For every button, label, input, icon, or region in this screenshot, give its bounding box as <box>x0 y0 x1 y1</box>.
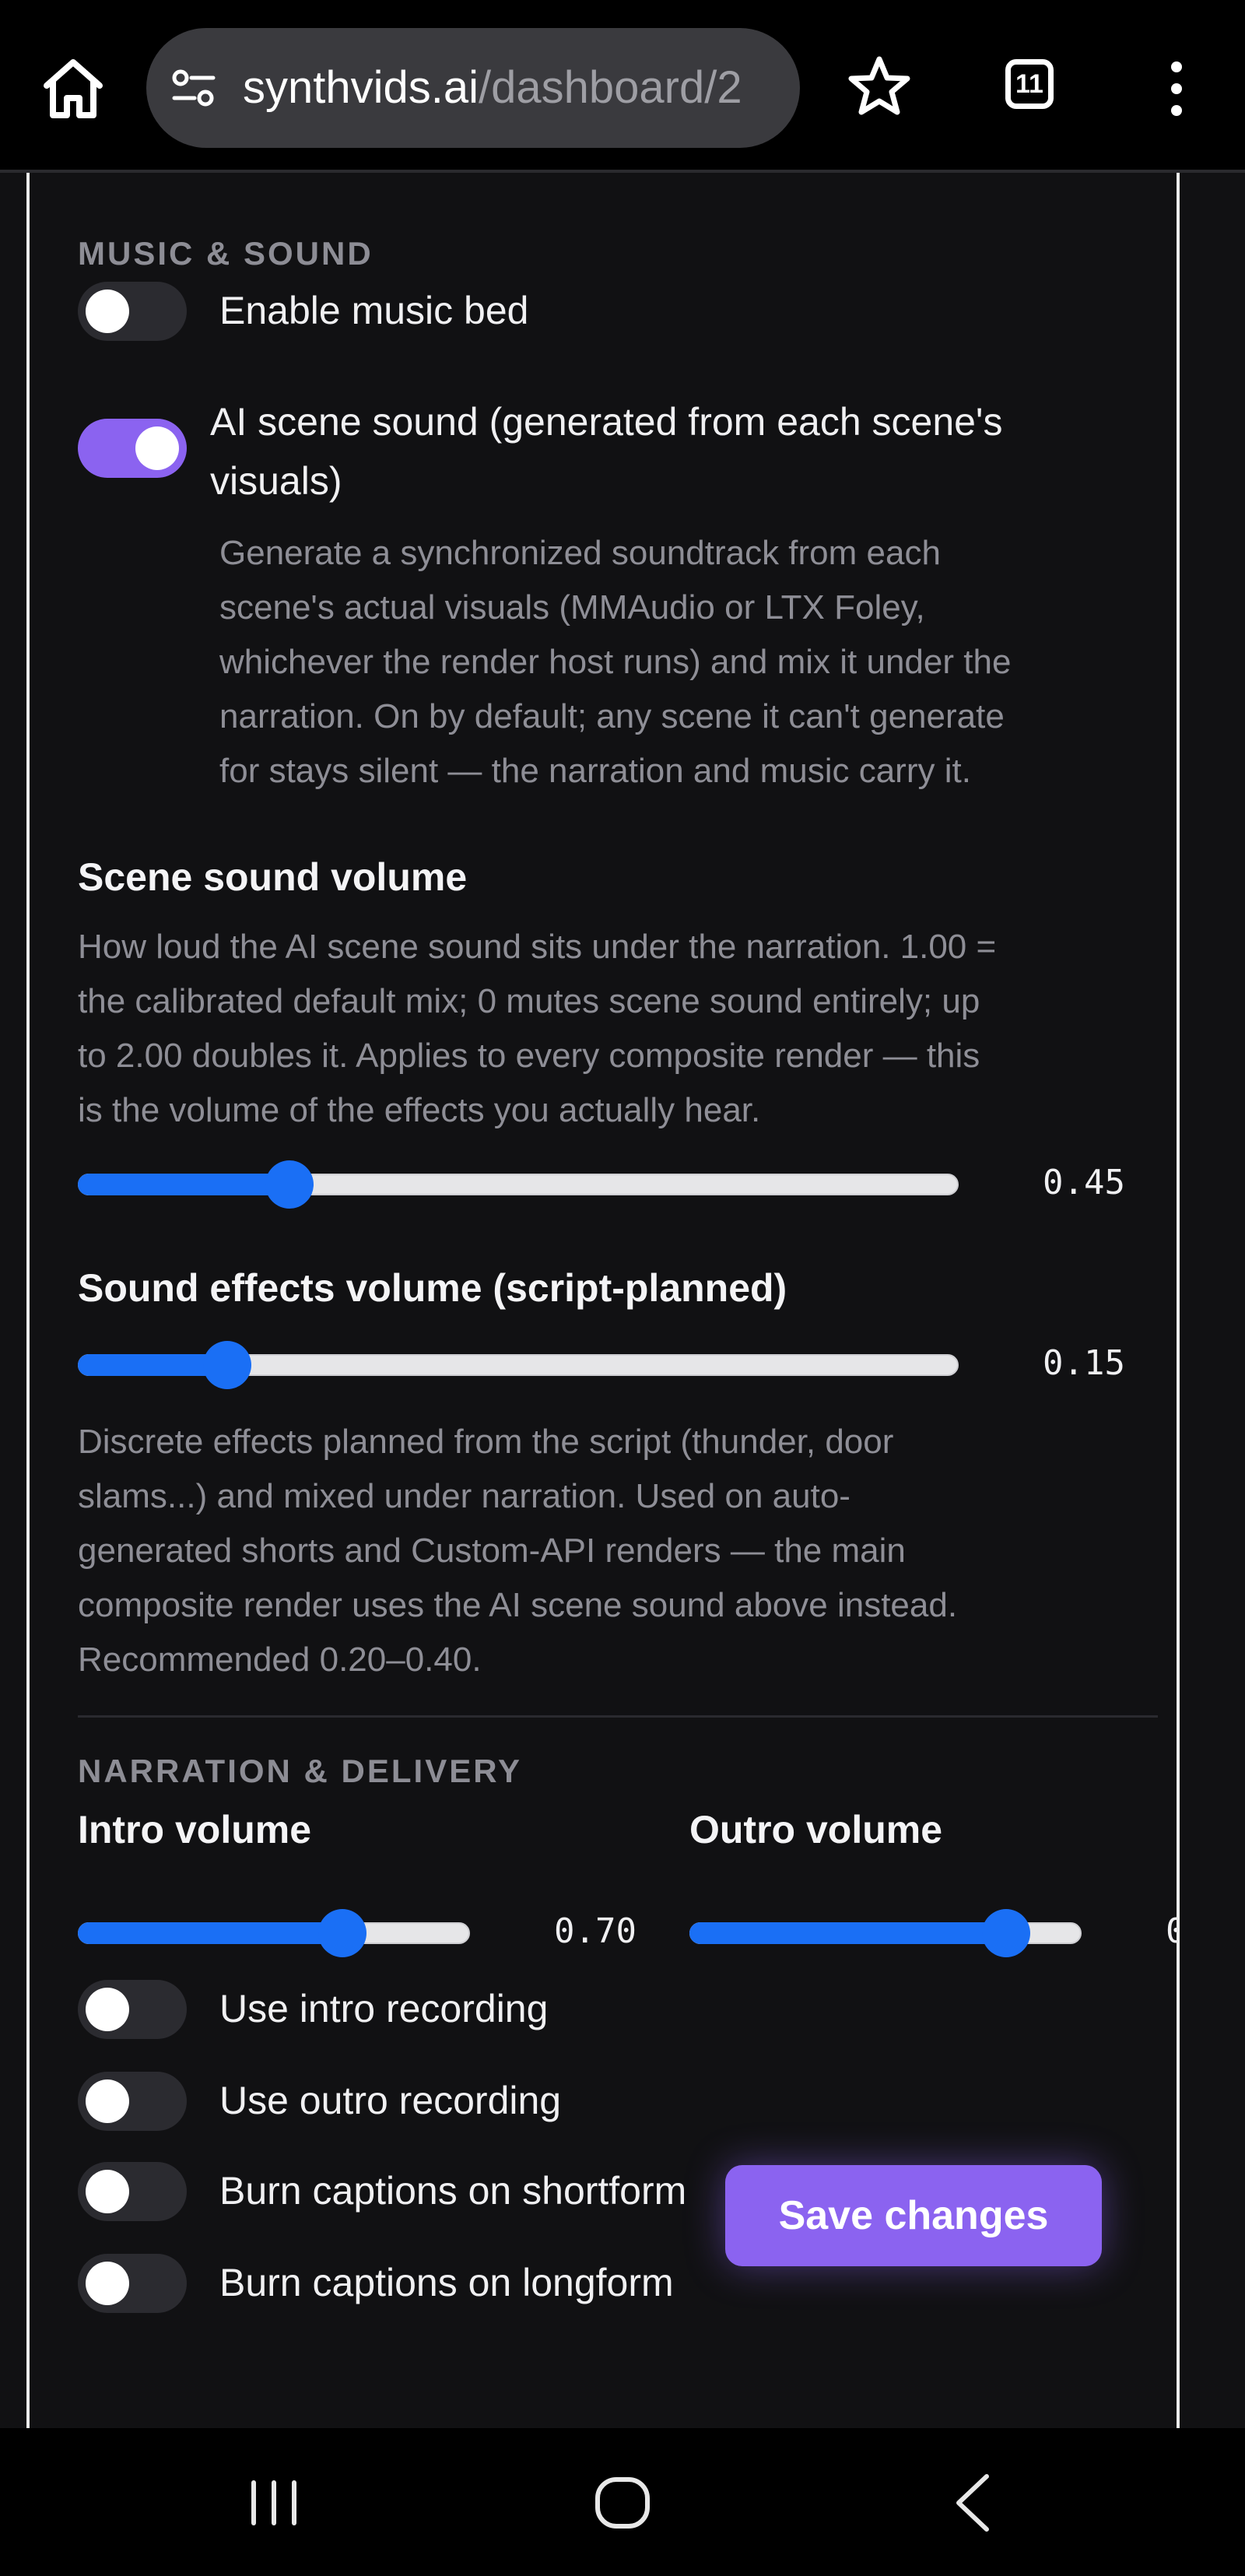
settings-panel: MUSIC & SOUND Enable music bed AI scene … <box>26 173 1180 2428</box>
more-vert-icon[interactable] <box>1163 61 1191 117</box>
description-line: Recommended 0.20–0.40. <box>78 1641 482 1679</box>
description-line: scene's actual visuals (MMAudio or LTX F… <box>219 588 925 626</box>
music-bed-toggle[interactable] <box>78 282 187 341</box>
home-circle-icon[interactable] <box>593 2475 652 2531</box>
recent-apps-icon[interactable] <box>247 2478 300 2528</box>
toggle-knob <box>86 2170 129 2213</box>
system-nav-bar <box>0 2428 1245 2576</box>
burn-captions-longform-toggle[interactable] <box>78 2254 187 2313</box>
intro-volume-slider[interactable] <box>78 1904 470 1963</box>
slider-thumb[interactable] <box>981 1909 1030 1957</box>
description-line: is the volume of the effects you actuall… <box>78 1091 761 1129</box>
toggle-knob <box>86 1988 129 2031</box>
toggle-knob <box>86 290 129 333</box>
music-bed-label: Enable music bed <box>219 289 529 332</box>
description-line: composite render uses the AI scene sound… <box>78 1586 958 1624</box>
description-line: the calibrated default mix; 0 mutes scen… <box>78 982 980 1020</box>
ai-scene-sound-label-line1: AI scene sound (generated from each scen… <box>210 400 1003 444</box>
scene-sound-volume-description: How loud the AI scene sound sits under t… <box>78 920 1152 1138</box>
slider-thumb[interactable] <box>318 1909 367 1957</box>
outro-volume-slider[interactable] <box>689 1904 1082 1963</box>
url-path: /dashboard/2 <box>479 62 742 113</box>
browser-toolbar: synthvids.ai/dashboard/2 11 <box>0 0 1245 173</box>
ai-scene-sound-description: Generate a synchronized soundtrack from … <box>219 526 1138 798</box>
save-changes-button[interactable]: Save changes <box>725 2165 1102 2266</box>
ai-scene-sound-toggle[interactable] <box>78 419 187 478</box>
section-heading-narration-delivery: NARRATION & DELIVERY <box>78 1753 523 1789</box>
scene-sound-volume-slider[interactable] <box>78 1155 959 1214</box>
sfx-volume-description: Discrete effects planned from the script… <box>78 1415 1152 1687</box>
tab-count: 11 <box>1015 69 1043 99</box>
ai-scene-sound-label-line2: visuals) <box>210 459 342 503</box>
tune-icon[interactable] <box>171 67 216 109</box>
sfx-volume-title: Sound effects volume (script-planned) <box>78 1266 787 1310</box>
section-heading-music-sound: MUSIC & SOUND <box>78 235 374 272</box>
url-domain: synthvids.ai <box>243 62 479 113</box>
toggle-knob <box>86 2079 129 2123</box>
slider-fill <box>78 1922 343 1944</box>
description-line: Discrete effects planned from the script… <box>78 1423 894 1461</box>
sfx-volume-value: 0.15 <box>1043 1343 1125 1383</box>
use-intro-recording-toggle[interactable] <box>78 1980 187 2039</box>
outro-volume-title: Outro volume <box>689 1808 943 1851</box>
description-line: to 2.00 doubles it. Applies to every com… <box>78 1037 980 1075</box>
tabs-icon[interactable]: 11 <box>1005 59 1054 109</box>
star-icon[interactable] <box>848 54 910 117</box>
intro-volume-title: Intro volume <box>78 1808 312 1851</box>
burn-captions-shortform-toggle[interactable] <box>78 2162 187 2221</box>
toggle-knob <box>135 426 179 470</box>
address-bar[interactable]: synthvids.ai/dashboard/2 <box>146 28 800 148</box>
slider-fill <box>78 1174 289 1195</box>
burn-captions-shortform-label: Burn captions on shortform <box>219 2169 687 2213</box>
use-intro-recording-label: Use intro recording <box>219 1987 549 2030</box>
description-line: generated shorts and Custom-API renders … <box>78 1532 906 1570</box>
slider-thumb[interactable] <box>202 1341 251 1389</box>
section-divider <box>78 1715 1158 1718</box>
slider-thumb[interactable] <box>265 1160 314 1209</box>
intro-volume-value: 0.70 <box>554 1911 637 1951</box>
description-line: narration. On by default; any scene it c… <box>219 697 1005 735</box>
use-outro-recording-label: Use outro recording <box>219 2079 562 2122</box>
scene-sound-volume-title: Scene sound volume <box>78 855 468 899</box>
ai-scene-sound-label: AI scene sound (generated from each scen… <box>210 392 1002 511</box>
burn-captions-longform-label: Burn captions on longform <box>219 2261 674 2304</box>
toggle-knob <box>86 2262 129 2305</box>
outro-volume-value: 0.85 <box>1166 1911 1177 1951</box>
description-line: slams...) and mixed under narration. Use… <box>78 1477 850 1515</box>
description-line: whichever the render host runs) and mix … <box>219 643 1012 681</box>
url-text[interactable]: synthvids.ai/dashboard/2 <box>243 58 742 118</box>
description-line: How loud the AI scene sound sits under t… <box>78 928 997 966</box>
scene-sound-volume-value: 0.45 <box>1043 1163 1125 1202</box>
description-line: for stays silent — the narration and mus… <box>219 752 971 790</box>
home-icon[interactable] <box>40 56 106 121</box>
back-icon[interactable] <box>951 2472 994 2534</box>
description-line: Generate a synchronized soundtrack from … <box>219 534 941 572</box>
slider-fill <box>689 1922 1006 1944</box>
sfx-volume-slider[interactable] <box>78 1335 959 1395</box>
use-outro-recording-toggle[interactable] <box>78 2072 187 2131</box>
